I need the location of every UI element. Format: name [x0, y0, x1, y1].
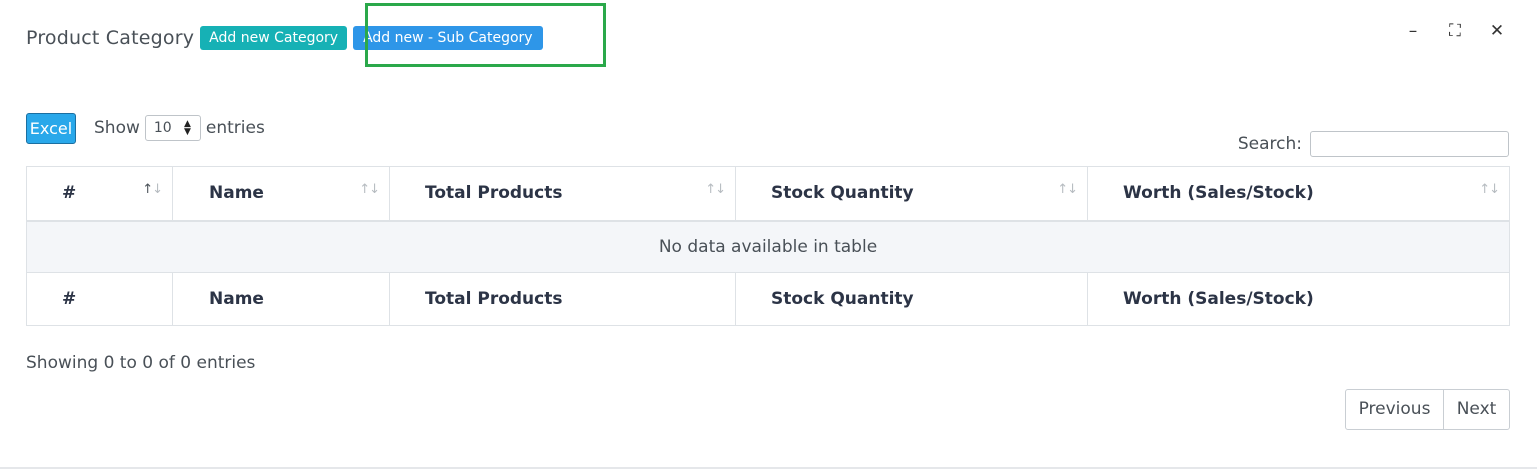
footer-header-stock-quantity: Stock Quantity	[735, 272, 1088, 326]
table-footer-row: # Name Total Products Stock Quantity Wor…	[27, 272, 1510, 326]
show-label: Show	[94, 118, 140, 138]
window-controls: – ⛶ ✕	[1405, 18, 1505, 44]
column-header-name[interactable]: Name ↑↓	[172, 166, 390, 222]
divider	[0, 467, 1537, 469]
add-subcategory-button[interactable]: Add new - Sub Category	[353, 26, 543, 50]
excel-export-button[interactable]: Excel	[26, 113, 76, 144]
column-header-index[interactable]: # ↑↓	[26, 166, 173, 222]
footer-header-worth: Worth (Sales/Stock)	[1087, 272, 1510, 326]
empty-table-message: No data available in table	[26, 220, 1510, 273]
page-title: Product Category	[26, 27, 195, 49]
search-label: Search:	[1237, 134, 1302, 154]
previous-button[interactable]: Previous	[1346, 390, 1444, 429]
select-caret-icon: ▲ ▼	[183, 119, 191, 137]
pagination: Previous Next	[1345, 389, 1510, 430]
footer-header-total-products: Total Products	[389, 272, 736, 326]
next-button[interactable]: Next	[1444, 390, 1509, 429]
search-input[interactable]	[1310, 131, 1509, 157]
add-category-button[interactable]: Add new Category	[200, 26, 348, 50]
table-row: No data available in table	[26, 220, 1510, 273]
sort-arrows-icon: ↑↓	[1057, 182, 1078, 197]
sort-arrows-icon: ↑↓	[705, 182, 726, 197]
sort-arrows-icon: ↑↓	[1479, 182, 1500, 197]
search-control: Search:	[1238, 131, 1509, 157]
maximize-icon[interactable]: ⛶	[1447, 18, 1463, 44]
entries-select-value: 10	[153, 120, 172, 136]
card-header: Product Category Add new Category Add ne…	[26, 24, 543, 52]
entries-length-control: Show 10 ▲ ▼ entries	[94, 115, 265, 141]
minimize-icon[interactable]: –	[1405, 18, 1421, 44]
table-info: Showing 0 to 0 of 0 entries	[26, 353, 256, 373]
entries-label: entries	[205, 118, 265, 138]
column-header-worth[interactable]: Worth (Sales/Stock) ↑↓	[1087, 166, 1510, 222]
footer-header-name: Name	[172, 272, 390, 326]
column-header-stock-quantity[interactable]: Stock Quantity ↑↓	[735, 166, 1088, 222]
entries-select[interactable]: 10 ▲ ▼	[144, 115, 201, 141]
table-header-row: # ↑↓ Name ↑↓ Total Products ↑↓ Stock Quanti…	[26, 166, 1510, 222]
close-icon[interactable]: ✕	[1489, 18, 1505, 44]
sort-arrows-icon: ↑↓	[359, 182, 380, 197]
sort-arrows-icon: ↑↓	[142, 182, 163, 197]
column-header-total-products[interactable]: Total Products ↑↓	[389, 166, 736, 222]
footer-header-index: #	[62, 289, 77, 309]
data-table: # ↑↓ Name ↑↓ Total Products ↑↓ Stock Quanti…	[26, 166, 1510, 326]
